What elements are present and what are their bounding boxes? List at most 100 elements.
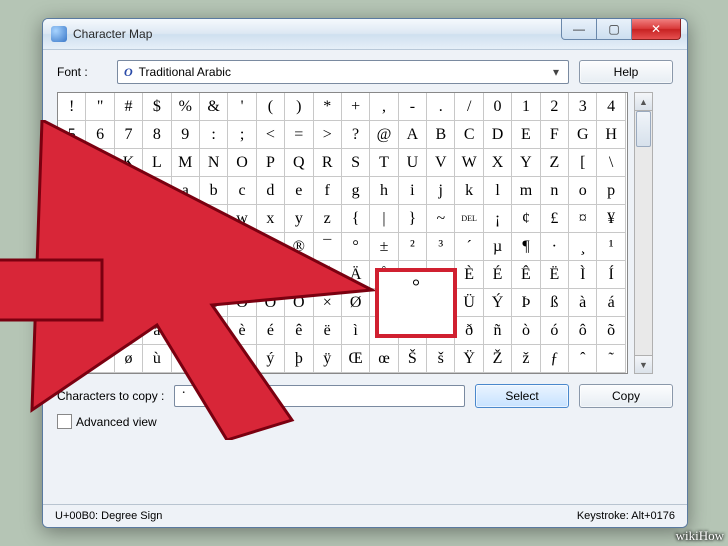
char-cell[interactable]: d: [257, 177, 285, 205]
char-cell[interactable]: k: [455, 177, 483, 205]
char-cell[interactable]: l: [484, 177, 512, 205]
char-cell[interactable]: ²: [399, 233, 427, 261]
char-cell[interactable]: *: [314, 93, 342, 121]
char-cell[interactable]: æ: [172, 317, 200, 345]
char-cell[interactable]: 5: [58, 121, 86, 149]
char-cell[interactable]: ¯: [314, 233, 342, 261]
char-cell[interactable]: Õ: [257, 289, 285, 317]
char-cell[interactable]: p: [597, 177, 625, 205]
char-cell[interactable]: þ: [285, 345, 313, 373]
char-cell[interactable]: t: [143, 205, 171, 233]
char-cell[interactable]: ': [228, 93, 256, 121]
char-cell[interactable]: ¢: [512, 205, 540, 233]
char-cell[interactable]: ³: [427, 233, 455, 261]
char-cell[interactable]: w: [228, 205, 256, 233]
char-cell[interactable]: x: [257, 205, 285, 233]
char-cell[interactable]: V: [427, 149, 455, 177]
char-cell[interactable]: Ò: [172, 289, 200, 317]
char-cell[interactable]: è: [228, 317, 256, 345]
char-cell[interactable]: 1: [512, 93, 540, 121]
char-cell[interactable]: m: [512, 177, 540, 205]
char-cell[interactable]: ª: [172, 233, 200, 261]
char-cell[interactable]: Œ: [342, 345, 370, 373]
char-cell[interactable]: +: [342, 93, 370, 121]
char-cell[interactable]: J: [86, 149, 114, 177]
char-cell[interactable]: B: [427, 121, 455, 149]
grid-scrollbar[interactable]: ▲ ▼: [634, 92, 653, 374]
char-cell[interactable]: /: [455, 93, 483, 121]
char-cell[interactable]: Ê: [512, 261, 540, 289]
char-cell[interactable]: O: [228, 149, 256, 177]
char-cell[interactable]: ô: [569, 317, 597, 345]
characters-to-copy-input[interactable]: ·: [174, 385, 465, 407]
char-cell[interactable]: ž: [512, 345, 540, 373]
char-cell[interactable]: ç: [200, 317, 228, 345]
char-cell[interactable]: «: [200, 233, 228, 261]
char-cell[interactable]: ÿ: [314, 345, 342, 373]
char-cell[interactable]: g: [342, 177, 370, 205]
char-cell[interactable]: Î: [58, 289, 86, 317]
char-cell[interactable]: R: [314, 149, 342, 177]
char-cell[interactable]: 4: [597, 93, 625, 121]
char-cell[interactable]: à: [569, 289, 597, 317]
char-cell[interactable]: c: [228, 177, 256, 205]
char-cell[interactable]: ê: [285, 317, 313, 345]
char-cell[interactable]: Ü: [455, 289, 483, 317]
char-cell[interactable]: ,: [370, 93, 398, 121]
char-cell[interactable]: ¸: [569, 233, 597, 261]
char-cell[interactable]: ×: [314, 289, 342, 317]
char-cell[interactable]: n: [541, 177, 569, 205]
char-cell[interactable]: E: [512, 121, 540, 149]
char-cell[interactable]: ½: [143, 261, 171, 289]
char-cell[interactable]: ±: [370, 233, 398, 261]
char-cell[interactable]: ˜: [597, 345, 625, 373]
char-cell[interactable]: Ý: [484, 289, 512, 317]
char-cell[interactable]: å: [143, 317, 171, 345]
char-cell[interactable]: :: [200, 121, 228, 149]
char-cell[interactable]: K: [115, 149, 143, 177]
char-cell[interactable]: ñ: [484, 317, 512, 345]
char-cell[interactable]: >: [314, 121, 342, 149]
char-cell[interactable]: !: [58, 93, 86, 121]
char-cell[interactable]: ": [86, 93, 114, 121]
char-cell[interactable]: Ô: [228, 289, 256, 317]
char-cell[interactable]: F: [541, 121, 569, 149]
scroll-down-icon[interactable]: ▼: [635, 355, 652, 373]
char-cell[interactable]: -: [399, 93, 427, 121]
character-grid[interactable]: !"#$%&'()*+,-./0123456789:;<=>?@ABCDEFGH…: [57, 92, 628, 374]
char-cell[interactable]: §: [86, 233, 114, 261]
char-cell[interactable]: H: [597, 121, 625, 149]
char-cell[interactable]: 7: [115, 121, 143, 149]
char-cell[interactable]: œ: [370, 345, 398, 373]
char-cell[interactable]: %: [172, 93, 200, 121]
char-cell[interactable]: |: [370, 205, 398, 233]
char-cell[interactable]: DEL: [455, 205, 483, 233]
char-cell[interactable]: M: [172, 149, 200, 177]
char-cell[interactable]: T: [370, 149, 398, 177]
char-cell[interactable]: G: [569, 121, 597, 149]
char-cell[interactable]: ?: [342, 121, 370, 149]
char-cell[interactable]: µ: [484, 233, 512, 261]
minimize-button[interactable]: —: [561, 19, 597, 40]
char-cell[interactable]: ¦: [58, 233, 86, 261]
char-cell[interactable]: U: [399, 149, 427, 177]
char-cell[interactable]: Â: [285, 261, 313, 289]
char-cell[interactable]: ã: [86, 317, 114, 345]
char-cell[interactable]: ù: [143, 345, 171, 373]
char-cell[interactable]: 6: [86, 121, 114, 149]
char-cell[interactable]: £: [541, 205, 569, 233]
char-cell[interactable]: C: [455, 121, 483, 149]
char-cell[interactable]: v: [200, 205, 228, 233]
char-cell[interactable]: I: [58, 149, 86, 177]
maximize-button[interactable]: ▢: [597, 19, 632, 40]
char-cell[interactable]: â: [58, 317, 86, 345]
char-cell[interactable]: ®: [285, 233, 313, 261]
char-cell[interactable]: É: [484, 261, 512, 289]
char-cell[interactable]: D: [484, 121, 512, 149]
char-cell[interactable]: (: [257, 93, 285, 121]
char-cell[interactable]: ´: [455, 233, 483, 261]
char-cell[interactable]: ö: [58, 345, 86, 373]
char-cell[interactable]: ä: [115, 317, 143, 345]
char-cell[interactable]: ¹: [597, 233, 625, 261]
char-cell[interactable]: ß: [541, 289, 569, 317]
